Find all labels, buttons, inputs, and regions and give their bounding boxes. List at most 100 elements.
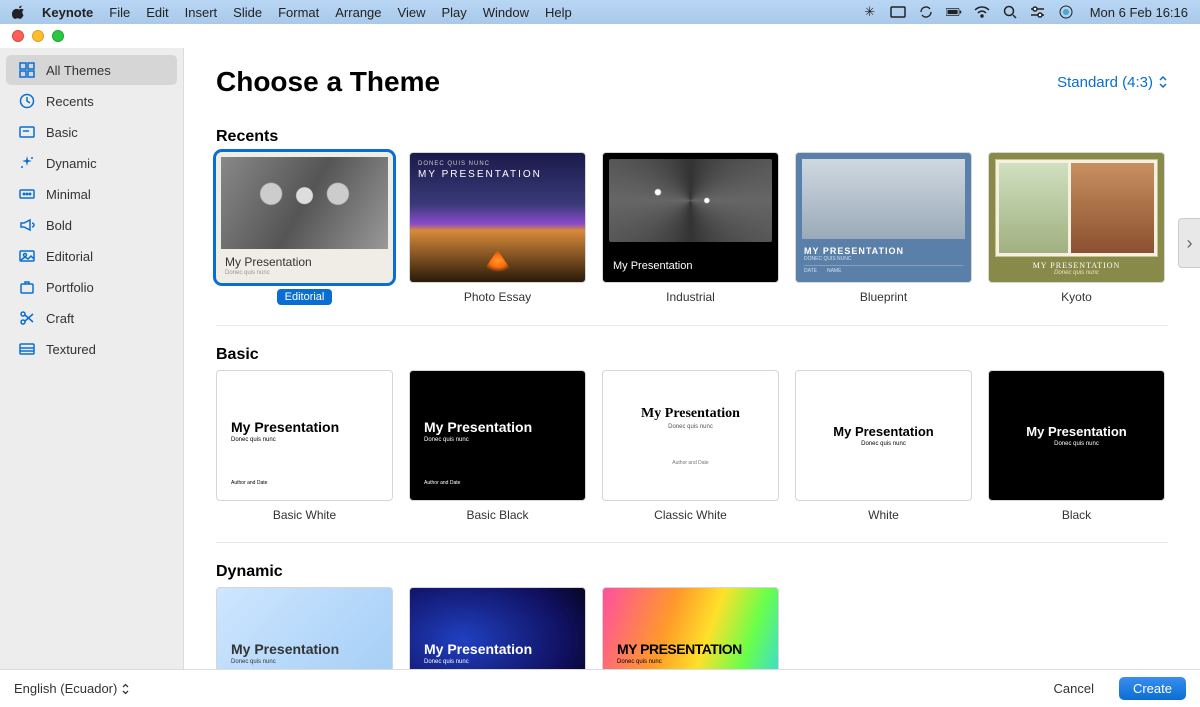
scissors-icon bbox=[18, 309, 36, 327]
section-recents: Recents My PresentationDonec quis nunc E… bbox=[216, 118, 1200, 326]
language-label: English (Ecuador) bbox=[14, 681, 117, 696]
sidebar-item-label: Editorial bbox=[46, 249, 93, 264]
apple-icon[interactable] bbox=[12, 5, 26, 19]
theme-caption: Photo Essay bbox=[464, 290, 531, 304]
menu-window[interactable]: Window bbox=[483, 5, 529, 20]
create-button[interactable]: Create bbox=[1119, 677, 1186, 700]
theme-card-basic-black[interactable]: My Presentation Donec quis nunc Author a… bbox=[409, 370, 586, 522]
sidebar-item-textured[interactable]: Textured bbox=[6, 334, 177, 364]
section-title: Basic bbox=[216, 336, 1200, 370]
language-dropdown[interactable]: English (Ecuador) bbox=[14, 681, 130, 696]
sidebar-item-portfolio[interactable]: Portfolio bbox=[6, 272, 177, 302]
section-title: Recents bbox=[216, 118, 1200, 152]
section-basic: Basic My Presentation Donec quis nunc Au… bbox=[216, 336, 1200, 543]
grid-icon bbox=[18, 61, 36, 79]
menuextra-battery-icon[interactable] bbox=[946, 4, 962, 20]
theme-thumbnail: My Presentation Donec quis nunc Author a… bbox=[409, 370, 586, 501]
menu-help[interactable]: Help bbox=[545, 5, 572, 20]
theme-card-black[interactable]: My Presentation Donec quis nunc Black bbox=[988, 370, 1165, 522]
sidebar-item-basic[interactable]: Basic bbox=[6, 117, 177, 147]
main-header: Choose a Theme Standard (4:3) bbox=[184, 48, 1200, 108]
menu-view[interactable]: View bbox=[398, 5, 426, 20]
chevron-updown-icon bbox=[1158, 75, 1168, 89]
menu-arrange[interactable]: Arrange bbox=[335, 5, 381, 20]
sidebar-item-minimal[interactable]: Minimal bbox=[6, 179, 177, 209]
theme-card-photo-essay[interactable]: DONEC QUIS NUNC MY PRESENTATION Photo Es… bbox=[409, 152, 586, 305]
slide-icon bbox=[18, 123, 36, 141]
menu-edit[interactable]: Edit bbox=[146, 5, 168, 20]
section-dynamic: Dynamic My Presentation Donec quis nunc … bbox=[216, 553, 1200, 669]
chevron-updown-icon bbox=[121, 683, 130, 695]
menuextra-sync-icon[interactable] bbox=[918, 4, 934, 20]
sidebar-item-label: All Themes bbox=[46, 63, 111, 78]
theme-thumbnail: My Presentation Donec quis nunc bbox=[795, 370, 972, 501]
footer-buttons: Cancel Create bbox=[1039, 677, 1187, 700]
sidebar: All Themes Recents Basic Dynamic Minimal… bbox=[0, 48, 184, 669]
photo-icon bbox=[18, 247, 36, 265]
menubar-app-name[interactable]: Keynote bbox=[42, 5, 93, 20]
sidebar-item-editorial[interactable]: Editorial bbox=[6, 241, 177, 271]
basic-row: My Presentation Donec quis nunc Author a… bbox=[216, 370, 1168, 543]
menubar-clock[interactable]: Mon 6 Feb 16:16 bbox=[1090, 5, 1188, 20]
theme-thumbnail: My Presentation Donec quis nunc bbox=[216, 587, 393, 669]
theme-scroll-area[interactable]: Recents My PresentationDonec quis nunc E… bbox=[184, 108, 1200, 669]
cancel-button[interactable]: Cancel bbox=[1039, 677, 1109, 700]
sidebar-item-dynamic[interactable]: Dynamic bbox=[6, 148, 177, 178]
sidebar-item-label: Minimal bbox=[46, 187, 91, 202]
menubar-right: ✳︎ Mon 6 Feb 16:16 bbox=[862, 4, 1188, 20]
sidebar-item-label: Bold bbox=[46, 218, 72, 233]
menu-file[interactable]: File bbox=[109, 5, 130, 20]
texture-icon bbox=[18, 340, 36, 358]
menuextra-wifi-icon[interactable] bbox=[974, 4, 990, 20]
briefcase-icon bbox=[18, 278, 36, 296]
minimize-window-button[interactable] bbox=[32, 30, 44, 42]
theme-caption: Basic White bbox=[273, 508, 336, 522]
theme-caption: Blueprint bbox=[860, 290, 907, 304]
sidebar-item-label: Craft bbox=[46, 311, 74, 326]
menu-format[interactable]: Format bbox=[278, 5, 319, 20]
menuextra-control-center-icon[interactable] bbox=[1030, 4, 1046, 20]
theme-card-classic-white[interactable]: My Presentation Donec quis nunc Author a… bbox=[602, 370, 779, 522]
footer: English (Ecuador) Cancel Create bbox=[0, 669, 1200, 707]
theme-thumbnail: My Presentation bbox=[602, 152, 779, 283]
menu-slide[interactable]: Slide bbox=[233, 5, 262, 20]
menuextra-screen-icon[interactable] bbox=[890, 4, 906, 20]
recents-row: My PresentationDonec quis nunc Editorial… bbox=[216, 152, 1168, 326]
theme-caption: Classic White bbox=[654, 508, 727, 522]
close-window-button[interactable] bbox=[12, 30, 24, 42]
aspect-ratio-label: Standard (4:3) bbox=[1057, 74, 1153, 91]
theme-thumbnail: My Presentation Donec quis nunc Author a… bbox=[602, 370, 779, 501]
theme-caption: Kyoto bbox=[1061, 290, 1092, 304]
theme-card-dynamic-color[interactable]: MY PRESENTATION Donec quis nunc bbox=[602, 587, 779, 669]
menuextra-siri-icon[interactable] bbox=[1058, 4, 1074, 20]
theme-thumbnail: MY PRESENTATION Donec quis nunc bbox=[602, 587, 779, 669]
menuextra-search-icon[interactable] bbox=[1002, 4, 1018, 20]
theme-card-kyoto[interactable]: MY PRESENTATION Donec quis nunc Kyoto bbox=[988, 152, 1165, 305]
sidebar-item-label: Textured bbox=[46, 342, 96, 357]
titlebar bbox=[0, 24, 1200, 48]
menuextra-asterisk-icon[interactable]: ✳︎ bbox=[862, 4, 878, 20]
sidebar-item-craft[interactable]: Craft bbox=[6, 303, 177, 333]
sidebar-item-all-themes[interactable]: All Themes bbox=[6, 55, 177, 85]
theme-card-industrial[interactable]: My Presentation Industrial bbox=[602, 152, 779, 305]
menu-insert[interactable]: Insert bbox=[185, 5, 218, 20]
theme-thumbnail: MY PRESENTATION Donec quis nunc bbox=[988, 152, 1165, 283]
theme-card-editorial[interactable]: My PresentationDonec quis nunc Editorial bbox=[216, 152, 393, 305]
traffic-lights bbox=[12, 30, 64, 42]
theme-card-blueprint[interactable]: MY PRESENTATION DONEC QUIS NUNC DATENAME… bbox=[795, 152, 972, 305]
megaphone-icon bbox=[18, 216, 36, 234]
theme-thumbnail: My PresentationDonec quis nunc bbox=[216, 152, 393, 283]
sidebar-item-label: Basic bbox=[46, 125, 78, 140]
sidebar-item-recents[interactable]: Recents bbox=[6, 86, 177, 116]
sidebar-item-bold[interactable]: Bold bbox=[6, 210, 177, 240]
theme-thumbnail: MY PRESENTATION DONEC QUIS NUNC DATENAME bbox=[795, 152, 972, 283]
scroll-right-button[interactable]: › bbox=[1178, 218, 1200, 268]
theme-card-basic-white[interactable]: My Presentation Donec quis nunc Author a… bbox=[216, 370, 393, 522]
theme-card-dynamic-dark[interactable]: My Presentation Donec quis nunc bbox=[409, 587, 586, 669]
sparkle-icon bbox=[18, 154, 36, 172]
menu-play[interactable]: Play bbox=[441, 5, 466, 20]
theme-card-white[interactable]: My Presentation Donec quis nunc White bbox=[795, 370, 972, 522]
zoom-window-button[interactable] bbox=[52, 30, 64, 42]
theme-card-dynamic-light[interactable]: My Presentation Donec quis nunc bbox=[216, 587, 393, 669]
aspect-ratio-dropdown[interactable]: Standard (4:3) bbox=[1057, 74, 1168, 91]
